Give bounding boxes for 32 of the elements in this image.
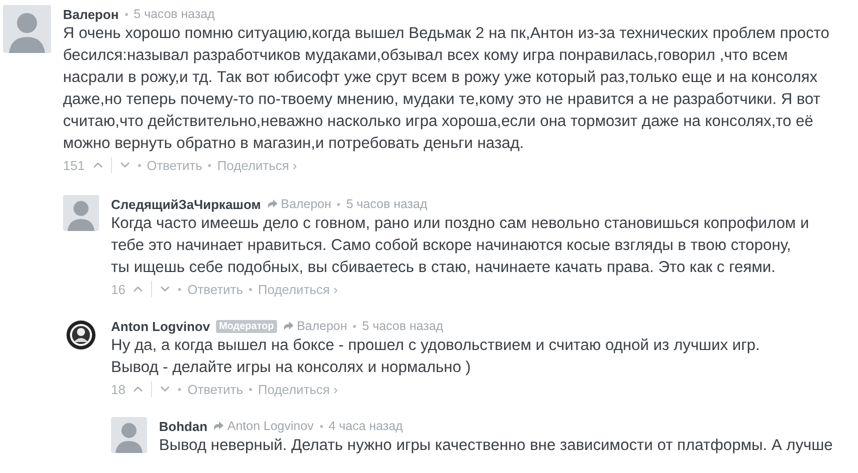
- avatar-icon: [66, 320, 96, 350]
- comment-time[interactable]: 5 часов назад: [134, 7, 215, 21]
- avatar-icon: [63, 195, 99, 231]
- comment-text: Ну да, а когда вышел на боксе - прошел с удовольствием и считаю одной из лучших игр. Вывод - делайте игры на консолях и нормально ): [111, 336, 761, 378]
- share-link[interactable]: Поделиться ›: [217, 158, 298, 172]
- author-name[interactable]: Bohdan: [159, 418, 208, 434]
- moderator-badge: Модератор: [216, 320, 277, 332]
- reply-link[interactable]: Ответить: [187, 282, 244, 296]
- avatar-icon: [111, 417, 147, 453]
- reply-link[interactable]: Ответить: [187, 382, 244, 396]
- comment-time[interactable]: 5 часов назад: [362, 319, 444, 333]
- comment-text: Когда часто имеешь дело с говном, рано или поздно сам невольно становишься копрофилом и тебе это начинает нравиться. Само собой вскоре начинаются косые взгляды в твою сторону, ты ищешь себе подобных, вы сбиваетесь в стаю, начинаете качать права. Это как с геями.: [111, 214, 810, 278]
- reply-link[interactable]: Ответить: [146, 158, 202, 172]
- reply-arrow-icon: [282, 321, 294, 331]
- share-link[interactable]: Поделиться ›: [258, 282, 338, 296]
- reply-to-name[interactable]: Валерон: [296, 319, 348, 333]
- share-link[interactable]: Поделиться ›: [258, 382, 338, 396]
- reply-arrow-icon: [266, 199, 278, 209]
- reply-to-name[interactable]: Валерон: [280, 197, 332, 211]
- comment-time[interactable]: 5 часов назад: [346, 197, 428, 211]
- avatar-icon: [3, 5, 51, 53]
- vote-count: 18: [111, 382, 126, 396]
- comment-text: Вывод неверный. Делать нужно игры качественно вне зависимости от платформы. А лучше: [159, 436, 834, 456]
- author-name[interactable]: Валерон: [63, 6, 119, 22]
- comment-time[interactable]: 4 часа назад: [328, 419, 403, 433]
- vote-count: 16: [111, 282, 126, 296]
- reply-arrow-icon: [213, 421, 224, 431]
- vote-count: 151: [63, 158, 85, 172]
- author-name[interactable]: Anton Logvinov: [111, 318, 210, 334]
- comment-text: Я очень хорошо помню ситуацию,когда вышел Ведьмак 2 на пк,Антон из-за технических проблем просто бесился:называл разработчиков мудаками,обзывал всех кому игра понравилась,говорил ,что всем насрали в рожу,и тд. Так вот юбисофт уже срут всем в рожу уже который раз,только еще и на консолях даже,но теперь почему-то по-твоему мнению, мудаки те,кому это не нравится а не разработчики. Я вот считаю,что действительно,неважно насколько игра хороша,если она тормозит даже на консолях,то её можно вернуть обратно в магазин,и потребовать деньги назад.: [63, 24, 830, 154]
- author-name[interactable]: СледящийЗаЧиркашом: [111, 196, 261, 212]
- reply-to-name[interactable]: Anton Logvinov: [227, 419, 314, 433]
